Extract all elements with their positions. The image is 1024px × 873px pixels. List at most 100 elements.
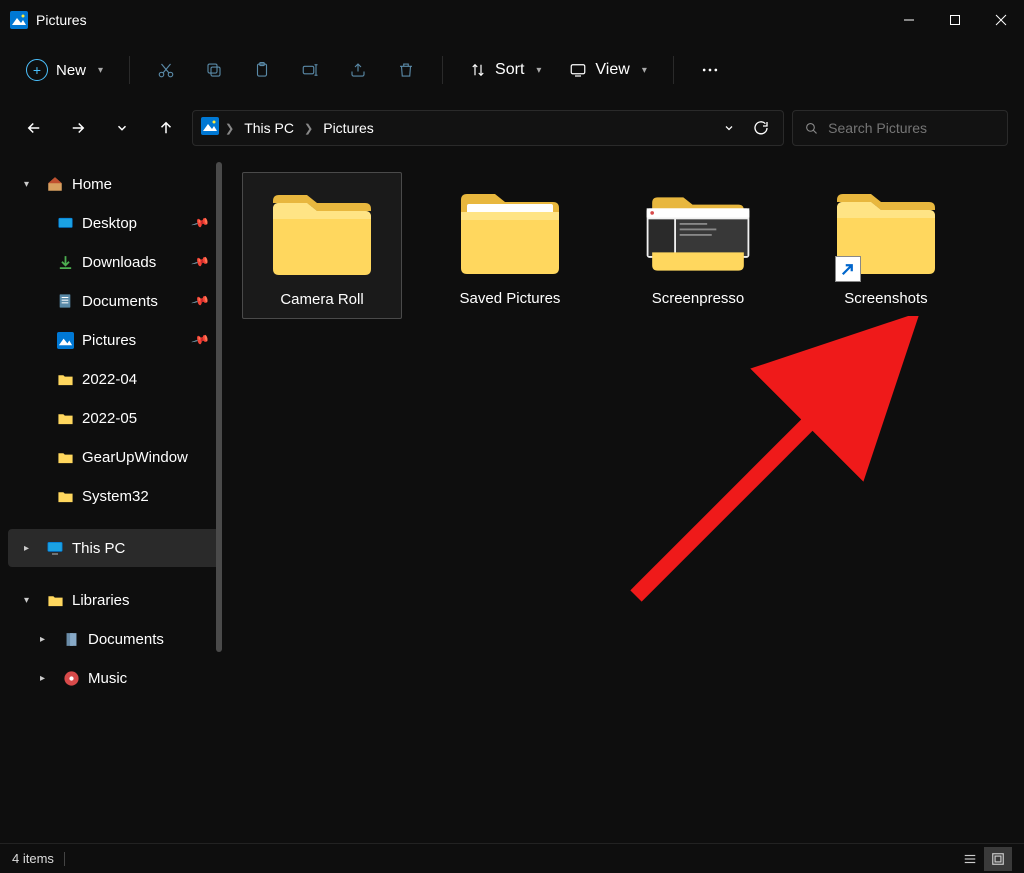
sidebar-item-label: Downloads — [82, 254, 156, 271]
chevron-right-icon: ▸ — [40, 634, 54, 645]
chevron-right-icon: ❯ — [225, 122, 234, 135]
folder-screenpresso[interactable]: Screenpresso — [618, 172, 778, 319]
annotation-arrow — [606, 316, 926, 616]
recent-button[interactable] — [104, 110, 140, 146]
separator — [129, 56, 130, 84]
sidebar-item-documents[interactable]: Documents 📌 — [8, 282, 220, 320]
search-input[interactable] — [828, 120, 995, 136]
home-icon — [46, 175, 64, 193]
breadcrumb-pictures[interactable]: Pictures — [319, 118, 378, 138]
address-dropdown-button[interactable] — [715, 114, 743, 142]
sidebar-item-folder[interactable]: System32 — [8, 477, 220, 515]
chevron-right-icon: ❯ — [304, 122, 313, 135]
toolbar: + New ▾ Sort ▾ View ▾ — [0, 40, 1024, 100]
sidebar-item-home[interactable]: ▾ Home — [8, 165, 220, 203]
pin-icon: 📌 — [191, 291, 211, 311]
copy-button[interactable] — [194, 52, 234, 88]
sort-button[interactable]: Sort ▾ — [459, 55, 551, 85]
sidebar-item-desktop[interactable]: Desktop 📌 — [8, 204, 220, 242]
app-icon — [10, 11, 28, 29]
folder-icon — [56, 448, 74, 466]
view-button[interactable]: View ▾ — [559, 55, 656, 85]
plus-icon: + — [26, 59, 48, 81]
sidebar-item-lib-music[interactable]: ▸ Music — [8, 659, 220, 697]
chevron-down-icon: ▾ — [24, 179, 38, 190]
cut-button[interactable] — [146, 52, 186, 88]
forward-button[interactable] — [60, 110, 96, 146]
rename-button[interactable] — [290, 52, 330, 88]
share-button[interactable] — [338, 52, 378, 88]
statusbar: 4 items — [0, 843, 1024, 873]
sidebar-item-label: Music — [88, 670, 127, 687]
window-title: Pictures — [36, 12, 87, 28]
paste-button[interactable] — [242, 52, 282, 88]
view-label: View — [595, 61, 629, 79]
sidebar-item-pictures[interactable]: Pictures 📌 — [8, 321, 220, 359]
sidebar-item-label: 2022-05 — [82, 410, 137, 427]
sidebar-item-folder[interactable]: 2022-05 — [8, 399, 220, 437]
minimize-button[interactable] — [886, 0, 932, 40]
delete-button[interactable] — [386, 52, 426, 88]
folder-saved-pictures[interactable]: Saved Pictures — [430, 172, 590, 319]
sidebar-item-this-pc[interactable]: ▸ This PC — [8, 529, 220, 567]
chevron-down-icon: ▾ — [24, 595, 38, 606]
location-icon — [201, 117, 219, 140]
back-button[interactable] — [16, 110, 52, 146]
sidebar-item-label: Libraries — [72, 592, 130, 609]
search-box[interactable] — [792, 110, 1008, 146]
new-button[interactable]: + New ▾ — [16, 53, 113, 87]
folder-icon — [267, 181, 377, 281]
refresh-button[interactable] — [747, 114, 775, 142]
details-view-button[interactable] — [956, 847, 984, 871]
chevron-right-icon: ▸ — [24, 543, 38, 554]
sidebar-item-libraries[interactable]: ▾ Libraries — [8, 581, 220, 619]
separator — [64, 852, 65, 866]
icons-view-button[interactable] — [984, 847, 1012, 871]
address-bar[interactable]: ❯ This PC ❯ Pictures — [192, 110, 784, 146]
scrollbar[interactable] — [216, 162, 222, 652]
folder-grid: Camera Roll Saved Pictures — [242, 172, 1008, 319]
maximize-button[interactable] — [932, 0, 978, 40]
sidebar-item-folder[interactable]: 2022-04 — [8, 360, 220, 398]
status-items: 4 items — [12, 851, 54, 866]
close-button[interactable] — [978, 0, 1024, 40]
pin-icon: 📌 — [191, 213, 211, 233]
up-button[interactable] — [148, 110, 184, 146]
library-document-icon — [62, 630, 80, 648]
chevron-down-icon: ▾ — [536, 65, 541, 76]
navbar: ❯ This PC ❯ Pictures — [0, 100, 1024, 156]
sidebar-item-label: 2022-04 — [82, 371, 137, 388]
folder-icon — [56, 370, 74, 388]
sidebar-item-label: Documents — [82, 293, 158, 310]
sidebar-item-label: Home — [72, 176, 112, 193]
sidebar-item-label: Pictures — [82, 332, 136, 349]
breadcrumb-this-pc[interactable]: This PC — [240, 118, 298, 138]
sidebar-item-lib-documents[interactable]: ▸ Documents — [8, 620, 220, 658]
folder-icon — [46, 591, 64, 609]
folder-camera-roll[interactable]: Camera Roll — [242, 172, 402, 319]
sidebar: ▾ Home Desktop 📌 Downloads 📌 Documents 📌 — [0, 156, 226, 843]
new-label: New — [56, 62, 86, 79]
separator — [442, 56, 443, 84]
folder-icon — [455, 180, 565, 280]
download-icon — [56, 253, 74, 271]
folder-icon — [831, 180, 941, 280]
more-button[interactable] — [690, 52, 730, 88]
sort-label: Sort — [495, 61, 524, 79]
folder-label: Camera Roll — [280, 291, 363, 308]
pin-icon: 📌 — [191, 252, 211, 272]
document-icon — [56, 292, 74, 310]
pin-icon: 📌 — [191, 330, 211, 350]
desktop-icon — [56, 214, 74, 232]
sort-icon — [469, 61, 487, 79]
search-icon — [805, 121, 818, 136]
folder-label: Screenpresso — [652, 290, 745, 307]
folder-label: Saved Pictures — [460, 290, 561, 307]
sidebar-item-label: Documents — [88, 631, 164, 648]
folder-screenshots[interactable]: Screenshots — [806, 172, 966, 319]
separator — [673, 56, 674, 84]
sidebar-item-label: System32 — [82, 488, 149, 505]
sidebar-item-folder[interactable]: GearUpWindow — [8, 438, 220, 476]
sidebar-item-downloads[interactable]: Downloads 📌 — [8, 243, 220, 281]
shortcut-icon — [835, 256, 861, 282]
